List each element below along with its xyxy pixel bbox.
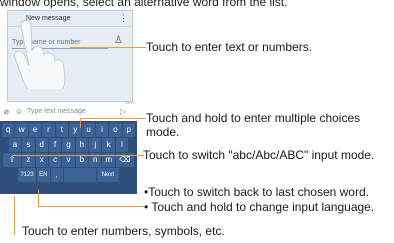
hand-pointer-icon	[14, 20, 66, 89]
message-screen: New message ⋮ Type name or number ♙	[7, 10, 133, 102]
add-contact-icon[interactable]: ♙	[114, 35, 123, 46]
phone-screenshot: New message ⋮ Type name or number ♙ 160/…	[0, 6, 137, 204]
key-p[interactable]: p	[122, 123, 135, 137]
leader-line-multi-choice	[80, 118, 146, 119]
attach-icon[interactable]: ⌀	[4, 104, 9, 120]
callout-numbers-symbols: Touch to enter numbers, symbols, etc.	[22, 224, 225, 238]
key-u[interactable]: u	[82, 123, 95, 137]
key-i[interactable]: i	[95, 123, 109, 137]
key-g[interactable]: g	[62, 138, 75, 152]
compose-input[interactable]: Type text message	[27, 104, 86, 120]
callout-enter-text: Touch to enter text or numbers.	[146, 40, 313, 54]
keyboard-row-2: a s d f g h j k l	[1, 138, 136, 152]
keyboard-row-1: q w e r t y u i o p	[1, 123, 136, 137]
key-j[interactable]: j	[89, 138, 102, 152]
key-d[interactable]: d	[35, 138, 48, 152]
virtual-keyboard: q w e r t y u i o p a s d f g h j k l ⇧ …	[0, 121, 137, 194]
comma-key[interactable]: ,	[50, 168, 63, 182]
key-w[interactable]: w	[15, 123, 28, 137]
key-q[interactable]: q	[2, 123, 15, 137]
key-s[interactable]: s	[22, 138, 35, 152]
key-e[interactable]: e	[28, 123, 42, 137]
callout-back-word: •Touch to switch back to last chosen wor…	[144, 185, 369, 199]
space-key[interactable]	[63, 168, 96, 182]
callout-multi-choice-1: Touch and hold to enter multiple choices	[146, 111, 361, 125]
key-o[interactable]: o	[109, 123, 122, 137]
leader-line-enter-text	[70, 47, 146, 48]
emoji-icon[interactable]: ☺	[15, 104, 23, 120]
key-k[interactable]: k	[102, 138, 115, 152]
callout-change-lang: • Touch and hold to change input languag…	[144, 200, 375, 214]
leader-line-switch-mode	[12, 155, 144, 156]
symbols-key[interactable]: ?123	[18, 168, 37, 182]
menu-dots-icon[interactable]: ⋮	[119, 13, 128, 23]
leader-line-multi-choice-vert	[80, 118, 81, 128]
key-a[interactable]: a	[8, 138, 22, 152]
language-key[interactable]: EN	[37, 168, 50, 182]
key-t[interactable]: t	[55, 123, 68, 137]
callout-switch-mode: Touch to switch "abc/Abc/ABC" input mode…	[143, 148, 375, 162]
key-h[interactable]: h	[75, 138, 89, 152]
key-f[interactable]: f	[48, 138, 62, 152]
key-l[interactable]: l	[115, 138, 129, 152]
keyboard-row-4: ?123 EN , Next	[1, 168, 136, 182]
key-r[interactable]: r	[42, 123, 55, 137]
leader-line-lang	[38, 206, 144, 207]
next-key[interactable]: Next	[96, 168, 119, 182]
leader-line-lang-vert	[38, 190, 39, 206]
callout-multi-choice-2: mode.	[146, 125, 180, 139]
leader-line-symbols-vert	[14, 196, 15, 235]
